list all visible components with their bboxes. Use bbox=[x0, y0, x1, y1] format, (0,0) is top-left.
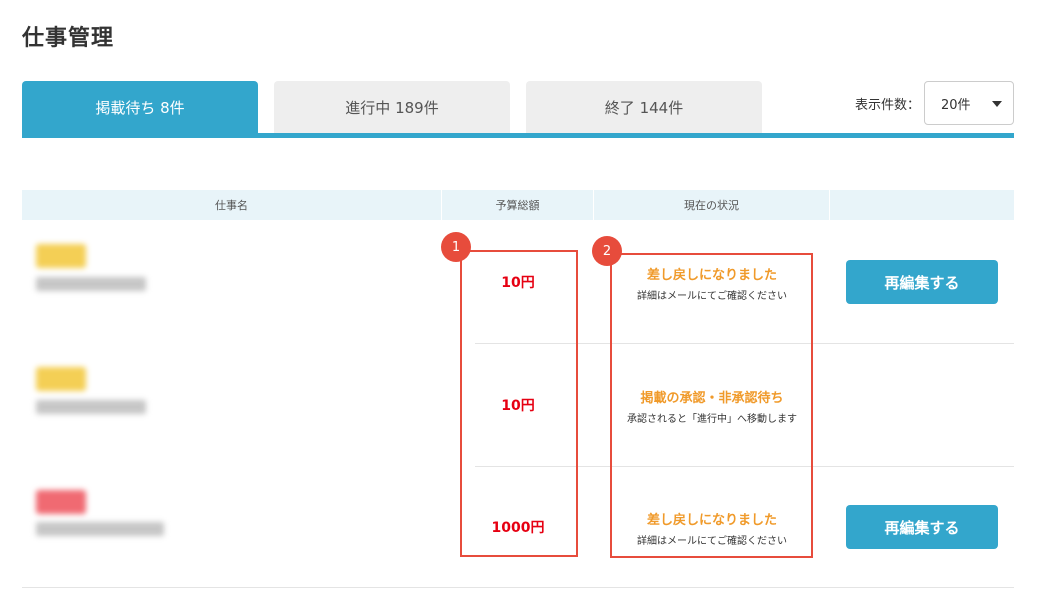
annotation-marker-1: 1 bbox=[441, 232, 471, 262]
budget-highlight-box bbox=[460, 250, 578, 557]
job-category-badge bbox=[36, 244, 86, 268]
per-page-label: 表示件数： bbox=[854, 97, 920, 113]
table-bottom-border bbox=[22, 587, 1014, 588]
tab-underline bbox=[22, 133, 1014, 138]
per-page-select[interactable]: 20件 bbox=[924, 81, 1014, 125]
table-header: 仕事名 予算総額 現在の状況 bbox=[22, 190, 1014, 220]
job-name[interactable] bbox=[36, 277, 146, 291]
job-category-badge bbox=[36, 367, 86, 391]
header-action bbox=[830, 190, 1014, 220]
status-highlight-box bbox=[610, 253, 813, 558]
tab-in-progress[interactable]: 進行中 189件 bbox=[274, 81, 510, 133]
job-name[interactable] bbox=[36, 400, 146, 414]
re-edit-button[interactable]: 再編集する bbox=[846, 505, 998, 549]
job-category-badge bbox=[36, 490, 86, 514]
job-name[interactable] bbox=[36, 522, 164, 536]
chevron-down-icon bbox=[992, 101, 1002, 107]
page-title: 仕事管理 bbox=[22, 26, 115, 51]
header-budget: 予算総額 bbox=[442, 190, 594, 220]
header-status: 現在の状況 bbox=[594, 190, 830, 220]
re-edit-button[interactable]: 再編集する bbox=[846, 260, 998, 304]
header-job-name: 仕事名 bbox=[22, 190, 442, 220]
per-page-value: 20件 bbox=[941, 97, 971, 113]
annotation-marker-2: 2 bbox=[592, 236, 622, 266]
per-page-control: 表示件数： 20件 bbox=[855, 81, 1014, 125]
tab-pending[interactable]: 掲載待ち 8件 bbox=[22, 81, 258, 133]
tab-finished[interactable]: 終了 144件 bbox=[526, 81, 762, 133]
